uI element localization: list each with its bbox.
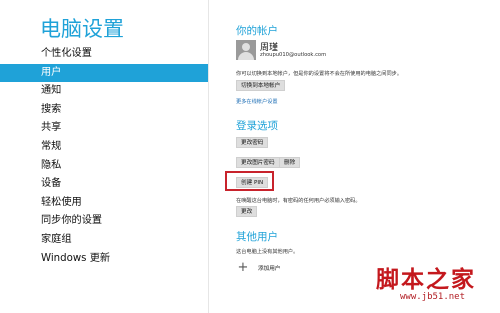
sidebar-item-privacy[interactable]: 隐私 [0, 157, 208, 176]
sidebar: 电脑设置 个性化设置 用户 通知 搜索 共享 常规 隐私 设备 轻松使用 同步你… [0, 0, 208, 313]
sidebar-item-devices[interactable]: 设备 [0, 175, 208, 194]
sidebar-item-ease-of-access[interactable]: 轻松使用 [0, 194, 208, 213]
your-account-header: 你的帐户 [236, 25, 278, 37]
other-users-header: 其他用户 [236, 231, 278, 243]
site-watermark: 脚本之家 www.jb51.net [372, 260, 494, 308]
account-description: 你可以切换到本地帐户，但是你的设置将不会在所使用的电脑之间同步。 [236, 71, 403, 77]
avatar[interactable] [236, 40, 256, 60]
sidebar-item-windows-update[interactable]: Windows 更新 [0, 250, 208, 269]
watermark-text: 脚本之家 [376, 266, 476, 293]
sidebar-item-search[interactable]: 搜索 [0, 101, 208, 120]
account-email: zhoupu010@outlook.com [260, 52, 327, 58]
sidebar-nav: 个性化设置 用户 通知 搜索 共享 常规 隐私 设备 轻松使用 同步你的设置 家… [0, 45, 208, 268]
page-title: 电脑设置 [40, 17, 124, 41]
change-wake-password-button[interactable]: 更改 [236, 206, 258, 217]
other-users-description: 这台电脑上没有其他用户。 [236, 249, 299, 255]
sign-in-options-header: 登录选项 [236, 120, 278, 132]
add-user-label: 添加用户 [258, 266, 281, 272]
change-password-button[interactable]: 更改密码 [236, 137, 269, 148]
sidebar-item-share[interactable]: 共享 [0, 119, 208, 138]
sidebar-item-homegroup[interactable]: 家庭组 [0, 231, 208, 250]
delete-picture-password-button[interactable]: 删除 [279, 157, 301, 168]
plus-icon: + [237, 260, 249, 275]
more-online-account-settings-link[interactable]: 更多在线帐户设置 [236, 98, 278, 105]
switch-to-local-account-button[interactable]: 切换到本地帐户 [236, 80, 286, 91]
avatar-head [242, 43, 250, 51]
avatar-body [238, 52, 254, 60]
create-pin-highlight-box [225, 171, 274, 191]
sidebar-item-notifications[interactable]: 通知 [0, 82, 208, 101]
sidebar-item-users[interactable]: 用户 [0, 63, 208, 83]
change-picture-password-button[interactable]: 更改图片密码 [236, 157, 280, 168]
wake-password-description: 在唤醒这台电脑时，有密码的任何用户必须输入密码。 [236, 198, 361, 204]
sidebar-item-general[interactable]: 常规 [0, 138, 208, 157]
sidebar-item-sync-settings[interactable]: 同步你的设置 [0, 212, 208, 231]
sidebar-item-personalization[interactable]: 个性化设置 [0, 45, 208, 64]
watermark-url: www.jb51.net [400, 292, 466, 302]
